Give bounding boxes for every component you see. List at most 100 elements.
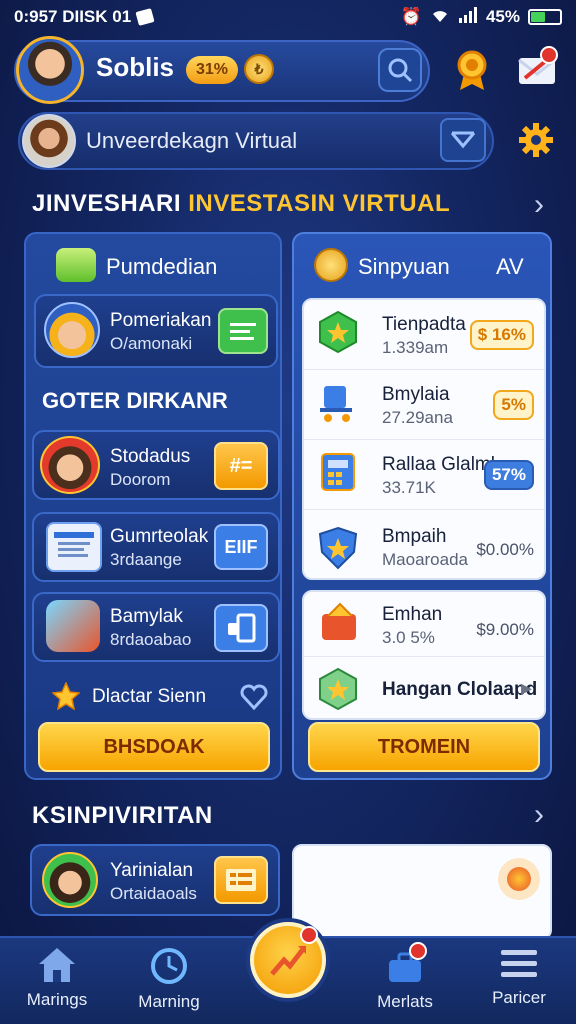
row-name: Tienpadta — [382, 314, 466, 335]
notification-dot — [409, 942, 427, 960]
table-row[interactable]: Emhan 3.0 5% $9.00% — [304, 592, 544, 657]
table-row[interactable]: Tienpadta 1.339am $ 16% — [304, 300, 544, 370]
account-avatar — [22, 114, 76, 168]
money-icon — [56, 248, 96, 282]
table-row[interactable]: Rallaa Glalml 33.71K 57% — [304, 440, 544, 510]
table-row[interactable]: Hangan Clolaapd ▸ — [304, 657, 544, 722]
shield-star-icon — [316, 310, 360, 354]
alarm-icon: ⏰ — [400, 7, 422, 26]
table-row[interactable]: Bmpaih Maoaroada $0.00% — [304, 510, 544, 580]
row-value: $9.00% — [476, 620, 534, 639]
asset-list: Tienpadta 1.339am $ 16% Bmylaia 27.29ana… — [302, 298, 546, 580]
wifi-icon — [430, 7, 450, 28]
row-name: Bmylaia — [382, 384, 450, 405]
medal-button[interactable] — [452, 48, 492, 92]
dropdown-button[interactable] — [440, 118, 486, 162]
status-bar: 0:957 DIISK 01 ⏰ 45% — [0, 0, 576, 34]
document-icon[interactable] — [218, 308, 268, 354]
battery-percent: 45% — [485, 7, 520, 26]
box-icon — [316, 600, 362, 646]
row-sub: 1.339am — [382, 338, 449, 357]
row-sub: Maoaroada — [382, 550, 469, 569]
device-icon[interactable] — [214, 604, 268, 652]
section2-more-chevron-icon[interactable]: › — [534, 798, 544, 832]
subsection-title: GOTER DIRKANR — [42, 388, 228, 413]
item-title: Yarinialan — [110, 860, 194, 881]
avatar[interactable] — [16, 36, 84, 104]
character-avatar — [40, 436, 100, 494]
signal-icon — [458, 6, 478, 28]
row-value: $0.00% — [476, 540, 534, 559]
shield-icon — [316, 526, 360, 570]
search-button[interactable] — [378, 48, 422, 92]
row-value: $ 16% — [469, 320, 534, 350]
row-name: Hangan Clolaapd — [382, 679, 538, 700]
row-name: Bmpaih — [382, 526, 447, 547]
character-avatar — [42, 852, 98, 908]
nav-label: Marings — [26, 990, 88, 1009]
right-panel-button[interactable]: TROMEIN — [308, 722, 540, 772]
profile-card-subtitle: O/amonaki — [110, 334, 193, 353]
row-sub: 27.29ana — [382, 408, 453, 427]
nav-item-home[interactable]: Marings — [12, 946, 102, 1010]
worker-avatar — [44, 302, 100, 358]
notification-dot — [540, 46, 558, 64]
search-icon — [388, 58, 413, 83]
item-title: Gumrteolak — [110, 526, 209, 547]
item-subtitle: 8rdaoabao — [110, 630, 192, 649]
home-icon — [39, 948, 75, 982]
profile-card-title: Pomeriakan — [110, 310, 212, 331]
username: Soblis — [96, 52, 175, 82]
account-label: Unveerdekagn Virtual — [86, 128, 298, 153]
footer-label: Dlactar Sienn — [92, 686, 207, 707]
clock-icon — [151, 948, 187, 984]
left-panel-button[interactable]: BHSDOAK — [38, 722, 270, 772]
center-action-button[interactable] — [250, 922, 326, 998]
nav-item-clock[interactable]: Marning — [124, 946, 214, 1012]
table-row[interactable]: Bmylaia 27.29ana 5% — [304, 370, 544, 440]
battery-icon — [528, 9, 562, 25]
coin-icon: ₺ — [244, 54, 274, 84]
item-subtitle: 3rdaange — [110, 550, 182, 569]
row-sub: 3.0 5% — [382, 628, 435, 647]
tools-icon — [46, 600, 100, 652]
nav-item-menu[interactable]: Paricer — [474, 946, 564, 1008]
report-icon — [46, 522, 102, 572]
section-title: JINVESHARI INVESTASIN VIRTUAL — [32, 190, 450, 218]
section2-title: KSINPIVIRITAN — [32, 802, 213, 829]
settings-button[interactable] — [514, 118, 558, 162]
nav-label: Marning — [138, 992, 200, 1011]
row-value: 57% — [483, 460, 534, 490]
calculator-icon — [316, 450, 360, 494]
item-title: Stodadus — [110, 446, 191, 467]
notification-dot — [300, 926, 318, 944]
fire-icon[interactable] — [498, 858, 540, 900]
right-panel-header: Sinpyuan — [358, 254, 450, 279]
item-title: Bamylak — [110, 606, 183, 627]
nav-item-briefcase[interactable]: Merlats — [360, 942, 450, 1012]
row-sub: 33.71K — [382, 478, 436, 497]
item-action-button[interactable]: EIIF — [214, 524, 268, 570]
menu-icon — [501, 950, 537, 977]
section-title-part1: JINVESHARI — [32, 190, 182, 217]
item-subtitle: Doorom — [110, 470, 171, 489]
asset-list-2: Emhan 3.0 5% $9.00% Hangan Clolaapd ▸ — [302, 590, 546, 720]
item-action-button[interactable]: #= — [214, 442, 268, 490]
list-icon[interactable] — [214, 856, 268, 904]
row-name: Emhan — [382, 604, 443, 625]
status-time: 0:957 DIISK 01 — [14, 7, 132, 26]
mail-button[interactable] — [514, 46, 560, 92]
heart-icon[interactable] — [240, 684, 268, 711]
cart-icon — [316, 380, 360, 424]
sort-toggle[interactable]: AV — [496, 254, 524, 280]
star-icon — [51, 681, 81, 711]
chart-up-icon — [270, 946, 306, 976]
badge-icon — [316, 667, 360, 711]
section-title-part2: INVESTASIN VIRTUAL — [188, 190, 451, 217]
nav-label: Paricer — [492, 988, 546, 1007]
row-value: 5% — [493, 390, 534, 420]
chevron-right-icon[interactable]: ▸ — [521, 675, 532, 701]
chevron-down-icon — [450, 131, 476, 149]
coin-icon — [314, 248, 348, 282]
section-more-chevron-icon[interactable]: › — [534, 188, 544, 222]
